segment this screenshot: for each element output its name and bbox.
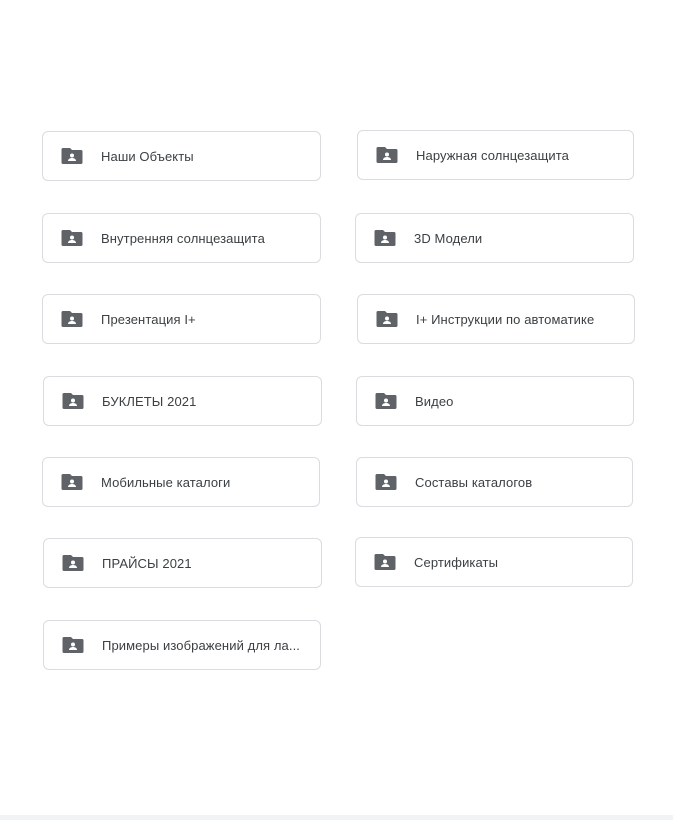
shared-folder-icon <box>62 555 84 571</box>
folder-label: Видео <box>415 393 454 409</box>
folder-card[interactable]: Сертификаты <box>355 537 633 587</box>
folder-card[interactable]: ПРАЙСЫ 2021 <box>43 538 322 588</box>
folder-label: Презентация I+ <box>101 311 196 327</box>
drive-folder-view: Наши Объекты Наружная солнцезащита Внутр… <box>0 0 673 820</box>
shared-folder-icon <box>61 474 83 490</box>
folder-card[interactable]: Презентация I+ <box>42 294 321 344</box>
shared-folder-icon <box>61 230 83 246</box>
folder-card[interactable]: Примеры изображений для ла... <box>43 620 321 670</box>
shared-folder-icon <box>374 554 396 570</box>
folder-card[interactable]: 3D Модели <box>355 213 634 263</box>
bottom-edge <box>0 815 673 820</box>
shared-folder-icon <box>62 393 84 409</box>
folder-label: ПРАЙСЫ 2021 <box>102 555 192 571</box>
folder-label: БУКЛЕТЫ 2021 <box>102 393 197 409</box>
folder-label: Примеры изображений для ла... <box>102 637 301 653</box>
folder-card[interactable]: Мобильные каталоги <box>42 457 320 507</box>
folder-grid: Наши Объекты Наружная солнцезащита Внутр… <box>0 0 673 820</box>
folder-card[interactable]: Наши Объекты <box>42 131 321 181</box>
folder-label: Внутренняя солнцезащита <box>101 230 265 246</box>
folder-card[interactable]: Составы каталогов <box>356 457 633 507</box>
folder-card[interactable]: I+ Инструкции по автоматике <box>357 294 635 344</box>
shared-folder-icon <box>374 230 396 246</box>
shared-folder-icon <box>62 637 84 653</box>
shared-folder-icon <box>376 311 398 327</box>
folder-card[interactable]: Видео <box>356 376 634 426</box>
shared-folder-icon <box>375 393 397 409</box>
folder-label: Сертификаты <box>414 554 499 570</box>
shared-folder-icon <box>61 148 83 164</box>
shared-folder-icon <box>375 474 397 490</box>
folder-label: Наружная солнцезащита <box>416 147 569 163</box>
folder-label: 3D Модели <box>414 230 483 246</box>
folder-card[interactable]: Наружная солнцезащита <box>357 130 634 180</box>
folder-label: Наши Объекты <box>101 148 194 164</box>
folder-label: I+ Инструкции по автоматике <box>416 311 595 327</box>
shared-folder-icon <box>376 147 398 163</box>
folder-label: Мобильные каталоги <box>101 474 231 490</box>
folder-label: Составы каталогов <box>415 474 533 490</box>
folder-card[interactable]: Внутренняя солнцезащита <box>42 213 321 263</box>
shared-folder-icon <box>61 311 83 327</box>
folder-card[interactable]: БУКЛЕТЫ 2021 <box>43 376 322 426</box>
